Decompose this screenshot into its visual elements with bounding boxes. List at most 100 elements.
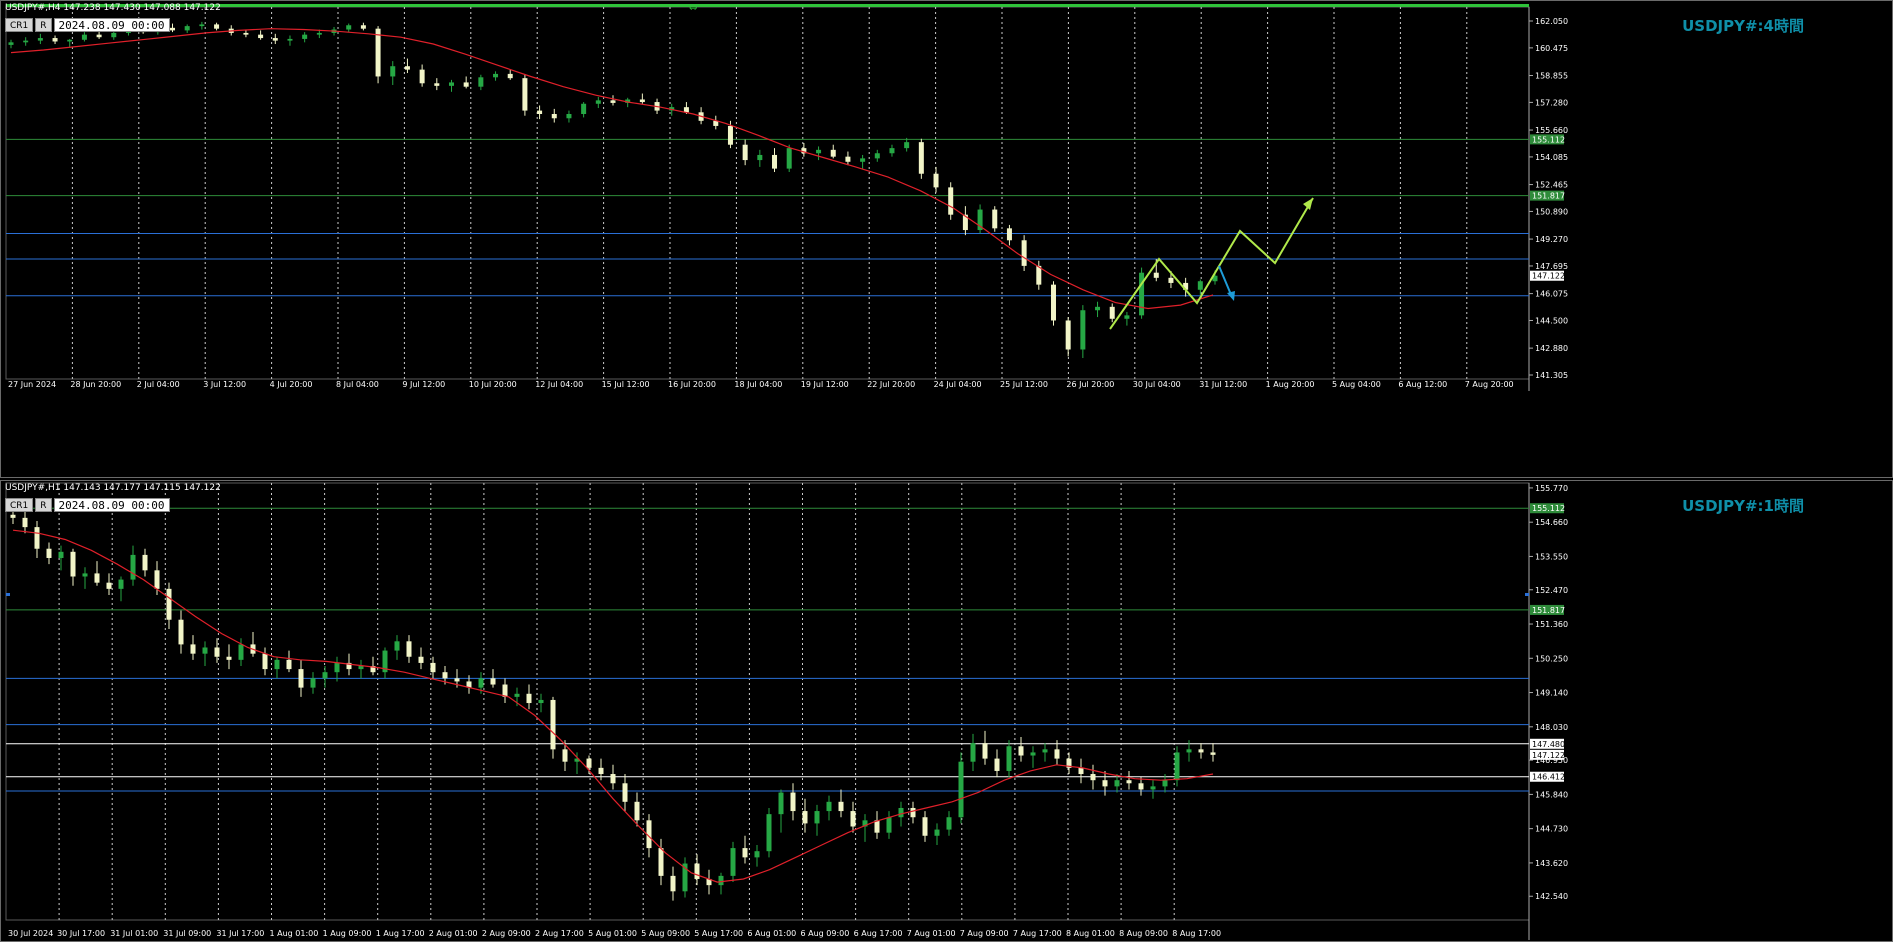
h4-candle-body [786, 148, 792, 169]
h1-candle-body [610, 774, 616, 784]
h4-chart-window[interactable]: 27 Jun 2024 28 Jun 20:00 2 Jul 04:00 3 Jul … [0, 0, 1893, 478]
h4-time-label: 1 Aug 20:00 [1266, 380, 1315, 389]
h4-candle-body [302, 34, 308, 39]
h4-drag-handle-icon[interactable]: ⇔ [689, 3, 697, 14]
h1-candle-body [406, 641, 412, 657]
h1-candle-body [82, 573, 88, 577]
h1-level-badge-text: 155.112 [1532, 504, 1565, 513]
h1-price-label: 151.360 [1535, 620, 1568, 629]
h1-candle-body [142, 554, 148, 571]
h4-watermark: USDJPY#:4時間 [1682, 17, 1804, 35]
h4-candle-body [390, 66, 396, 77]
h4-candle-body [757, 154, 763, 161]
h1-r-button[interactable]: R [35, 498, 52, 512]
h1-candle-body [34, 527, 40, 549]
h4-time-label: 27 Jun 2024 [8, 380, 56, 389]
h1-price-label: 150.250 [1535, 654, 1568, 663]
h4-time-label: 5 Aug 04:00 [1332, 380, 1381, 389]
h1-candle-body [1150, 786, 1156, 790]
h4-price-label: 154.085 [1535, 153, 1568, 162]
h1-candle-body [670, 875, 676, 892]
h4-crosshair-toolbar: CR1 R 2024.08.09 00:00 [5, 18, 170, 32]
h1-time-label: 31 Jul 17:00 [216, 929, 264, 938]
h4-time-label: 7 Aug 20:00 [1465, 380, 1514, 389]
h4-candle-body [404, 66, 410, 70]
h4-candle-body [860, 158, 866, 162]
h1-candle-body [790, 792, 796, 812]
h4-candle-body [96, 34, 102, 38]
h4-price-label: 147.695 [1535, 262, 1568, 271]
h4-time-label: 2 Jul 04:00 [137, 380, 180, 389]
h1-candle-body [838, 801, 844, 812]
h4-chart-canvas[interactable]: 27 Jun 2024 28 Jun 20:00 2 Jul 04:00 3 Jul … [1, 1, 1892, 477]
h4-candle-body [683, 107, 689, 113]
h4-candle-body [1109, 306, 1115, 319]
h1-price-label: 142.540 [1535, 892, 1568, 901]
h1-candle-body [1186, 749, 1192, 753]
h4-time-label: 15 Jul 12:00 [602, 380, 650, 389]
h4-time-label: 8 Jul 04:00 [336, 380, 379, 389]
h1-candle-body [490, 678, 496, 685]
h4-date-field[interactable]: 2024.08.09 00:00 [53, 18, 170, 32]
h4-candle-body [346, 25, 352, 30]
h4-chart-header: USDJPY#,H4 147.238 147.430 147.088 147.1… [5, 3, 221, 13]
h1-time-label: 2 Aug 17:00 [535, 929, 584, 938]
h1-moving-average [12, 529, 1214, 883]
h1-time-label: 2 Aug 09:00 [482, 929, 531, 938]
h4-candle-body [52, 38, 58, 42]
h4-time-label: 10 Jul 20:00 [469, 380, 517, 389]
h4-candle-body [243, 32, 249, 35]
h1-time-label: 31 Jul 01:00 [110, 929, 158, 938]
h1-candle-body [130, 554, 136, 580]
h1-candle-body [358, 666, 364, 670]
h4-time-label: 6 Aug 12:00 [1398, 380, 1447, 389]
h1-chart-window[interactable]: 30 Jul 2024 30 Jul 17:00 31 Jul 01:00 31 Ju… [0, 480, 1893, 942]
h1-watermark: USDJPY#:1時間 [1682, 497, 1804, 515]
h4-candle-body [816, 149, 822, 154]
h1-time-label: 7 Aug 01:00 [907, 929, 956, 938]
h4-cr1-button[interactable]: CR1 [5, 18, 34, 32]
h1-candle-body [22, 517, 28, 528]
h1-candle-body [934, 829, 940, 836]
h4-price-label: 157.280 [1535, 98, 1568, 107]
h1-price-label: 153.550 [1535, 552, 1568, 561]
h1-right-marker [1525, 593, 1529, 596]
h1-candle-body [442, 672, 448, 679]
h1-candle-body [322, 672, 328, 679]
h1-time-label: 7 Aug 17:00 [1013, 929, 1062, 938]
h4-price-label: 160.475 [1535, 44, 1568, 53]
h4-candle-body [742, 144, 748, 161]
h4-r-button[interactable]: R [35, 18, 52, 32]
h1-candle-body [586, 758, 592, 768]
h1-candle-body [214, 647, 220, 657]
h1-chart-canvas[interactable]: 30 Jul 2024 30 Jul 17:00 31 Jul 01:00 31 Ju… [1, 481, 1892, 941]
h1-time-label: 6 Aug 09:00 [801, 929, 850, 938]
h1-date-field[interactable]: 2024.08.09 00:00 [53, 498, 170, 512]
h4-candle-body [448, 82, 454, 86]
h1-candle-body [1126, 780, 1132, 784]
h4-level-badge-text: 155.112 [1532, 135, 1565, 144]
h1-candle-body [94, 573, 100, 583]
h1-time-label: 1 Aug 17:00 [376, 929, 425, 938]
h1-candle-body [10, 514, 16, 518]
h1-crosshair-toolbar: CR1 R 2024.08.09 00:00 [5, 498, 170, 512]
h1-cr1-button[interactable]: CR1 [5, 498, 34, 512]
h1-price-label: 144.730 [1535, 825, 1568, 834]
h4-time-label: 30 Jul 04:00 [1133, 380, 1181, 389]
h4-candle-body [23, 40, 29, 43]
h4-time-label: 16 Jul 20:00 [668, 380, 716, 389]
h4-candle-body [1124, 315, 1130, 319]
h4-candle-body [522, 78, 528, 111]
h1-candle-body [826, 801, 832, 812]
h4-candle-body [375, 28, 381, 77]
h4-candle-body [1050, 284, 1056, 321]
h4-candle-body [1080, 310, 1086, 350]
h1-candle-body [1030, 752, 1036, 756]
h4-current-price-text: 147.122 [1532, 272, 1565, 281]
h1-candle-body [598, 767, 604, 775]
h4-candle-body [1139, 272, 1145, 316]
h1-candle-body [1078, 767, 1084, 775]
h4-plot-frame [5, 6, 1530, 380]
h4-candle-body [595, 100, 601, 104]
h1-candle-body [850, 811, 856, 827]
